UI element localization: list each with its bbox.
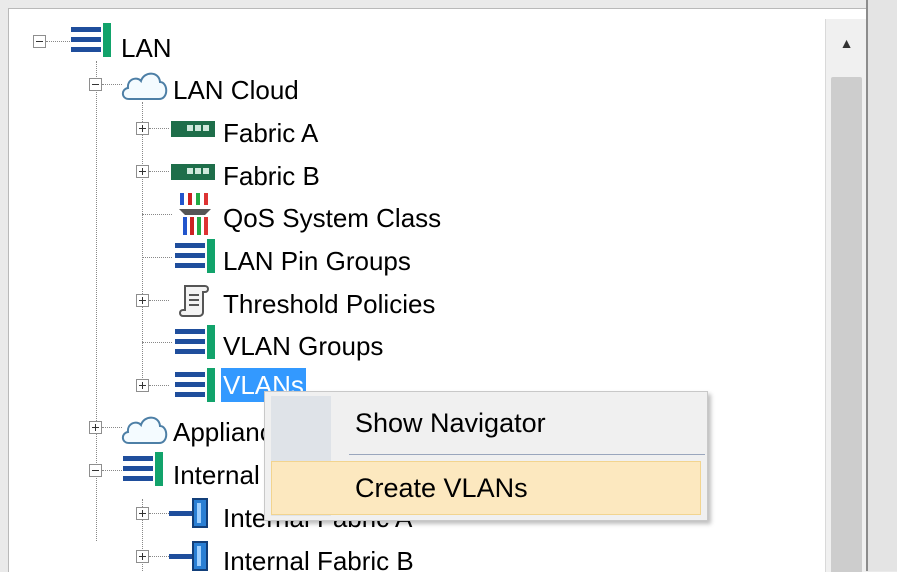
scroll-thumb[interactable] — [831, 77, 862, 572]
menu-separator — [349, 454, 705, 455]
lan-icon — [175, 239, 215, 273]
fabric-interconnect-icon — [171, 121, 215, 137]
vertical-scrollbar[interactable]: ▲ — [825, 19, 866, 572]
tree-node-lan[interactable]: LAN — [119, 28, 174, 68]
expander-fabric-b[interactable] — [136, 165, 149, 178]
scroll-icon — [179, 285, 209, 317]
tree-node-label: LAN Cloud — [173, 75, 299, 105]
expander-internal-lan[interactable] — [89, 464, 102, 477]
expander-vlans[interactable] — [136, 379, 149, 392]
qos-icon — [179, 193, 211, 235]
tree-node-label: LAN — [121, 33, 172, 63]
tree-node-internal-fabric-b[interactable]: Internal Fabric B — [221, 541, 416, 572]
scroll-up-arrow-icon[interactable]: ▲ — [830, 23, 863, 63]
tree-node-label: VLAN Groups — [223, 331, 384, 361]
lan-icon — [175, 325, 215, 359]
tree-node-fabric-b[interactable]: Fabric B — [221, 156, 322, 196]
expander-threshold-policies[interactable] — [136, 294, 149, 307]
menu-item-label: Create VLANs — [355, 472, 528, 503]
tree-node-label: Fabric A — [223, 118, 319, 148]
tree-node-label: QoS System Class — [223, 203, 442, 233]
tree-node-label: Fabric B — [223, 161, 320, 191]
tree-node-label: LAN Pin Groups — [223, 246, 411, 276]
expander-internal-fabric-a[interactable] — [136, 507, 149, 520]
fabric-interconnect-icon — [171, 164, 215, 180]
context-menu: Show Navigator Create VLANs — [264, 391, 708, 521]
expander-lan[interactable] — [33, 35, 46, 48]
expander-lan-cloud[interactable] — [89, 78, 102, 91]
expander-internal-fabric-b[interactable] — [136, 550, 149, 563]
tree-node-lan-pin-groups[interactable]: LAN Pin Groups — [221, 241, 413, 281]
lan-icon — [123, 452, 163, 486]
tree-node-threshold-policies[interactable]: Threshold Policies — [221, 284, 437, 324]
expander-appliances[interactable] — [89, 421, 102, 434]
expander-fabric-a[interactable] — [136, 122, 149, 135]
window-frame-edge — [866, 0, 897, 571]
tree-node-label: Threshold Policies — [223, 289, 436, 319]
menu-item-create-vlans[interactable]: Create VLANs — [271, 461, 701, 515]
tree-node-fabric-a[interactable]: Fabric A — [221, 113, 320, 153]
tree-node-qos-system-class[interactable]: QoS System Class — [221, 198, 443, 238]
internal-fabric-icon — [169, 541, 208, 571]
menu-item-show-navigator[interactable]: Show Navigator — [271, 396, 701, 450]
tree-node-vlan-groups[interactable]: VLAN Groups — [221, 326, 385, 366]
menu-item-label: Show Navigator — [355, 407, 546, 438]
cloud-icon — [121, 416, 168, 444]
lan-icon — [71, 23, 111, 57]
cloud-icon — [121, 72, 168, 100]
lan-icon — [175, 368, 215, 402]
tree-node-lan-cloud[interactable]: LAN Cloud — [171, 70, 301, 110]
internal-fabric-icon — [169, 498, 208, 528]
tree-node-label: Internal Fabric B — [223, 546, 414, 572]
